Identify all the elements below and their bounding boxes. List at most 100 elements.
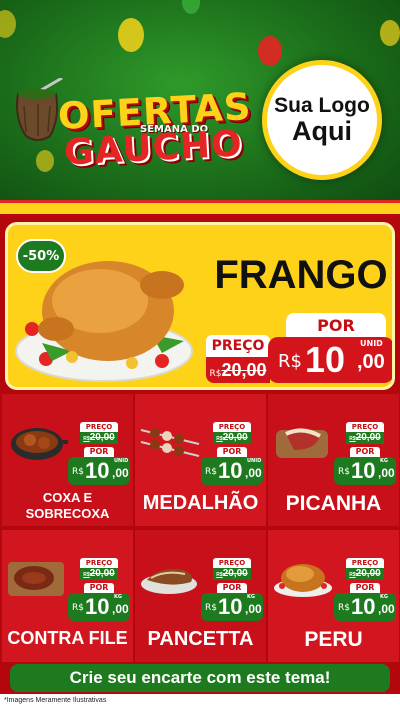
old-price-value: 20,00 xyxy=(221,360,267,380)
balloon-decoration xyxy=(258,36,282,66)
product-name: PANCETTA xyxy=(147,628,254,650)
create-flyer-cta[interactable]: Crie seu encarte com este tema! xyxy=(10,664,390,692)
por-label: POR xyxy=(286,313,386,339)
price-unit: UNID xyxy=(360,339,383,348)
pancetta-image xyxy=(141,569,197,594)
discount-badge: -50% xyxy=(16,239,66,273)
old-price-currency: R$ xyxy=(209,369,222,379)
old-price: R$20,00 xyxy=(206,357,270,383)
por-label: POR xyxy=(217,583,247,593)
header-banner: OFERTAS SEMANA DO GAUCHO Sua Logo Aqui xyxy=(0,0,400,210)
price-currency: R$ xyxy=(72,467,84,477)
old-price-value: 20,00 xyxy=(89,568,115,579)
old-price: R$20,00 xyxy=(80,432,118,444)
price-integer: 10 xyxy=(351,594,376,619)
price-unit: UNID xyxy=(114,458,129,464)
product-price: R$ 10 UNID ,00 xyxy=(201,457,263,485)
coxa-sobrecoxa-image xyxy=(11,428,68,460)
balloon-decoration xyxy=(380,20,400,46)
product-card: PREÇO R$20,00 POR R$ 10 KG ,00 PICANHA xyxy=(268,394,399,526)
price-integer: 10 xyxy=(85,458,110,483)
hero-offer: -50% FRANGO PREÇO R$20,00 POR R$ 10 UNID… xyxy=(5,222,395,390)
old-price: R$20,00 xyxy=(80,568,118,580)
balloon-decoration xyxy=(36,150,54,172)
product-price: R$ 10 KG ,00 xyxy=(334,457,396,485)
price-decimal: ,00 xyxy=(378,466,395,480)
hero-product-name: FRANGO xyxy=(214,253,388,297)
price-decimal: ,00 xyxy=(378,602,395,616)
product-name: COXA E SOBRECOXA xyxy=(25,490,110,521)
picanha-image xyxy=(276,428,328,458)
balloon-decoration xyxy=(0,10,16,38)
product-card: PREÇO R$20,00 POR R$ 10 UNID ,00 MEDALHÃ… xyxy=(135,394,266,526)
product-price: R$ 10 KG ,00 xyxy=(68,593,130,621)
disclaimer-text: *Imagens Meramente Ilustrativas xyxy=(4,697,107,704)
preco-label: PREÇO xyxy=(80,422,118,432)
preco-label: PREÇO xyxy=(206,335,270,357)
balloon-decoration xyxy=(182,0,200,14)
product-card: PREÇO R$20,00 POR R$ 10 UNID ,00 COXA E … xyxy=(2,394,133,526)
chimarrao-cuia-icon xyxy=(16,78,63,141)
old-price-value: 20,00 xyxy=(89,432,115,443)
price-currency: R$ xyxy=(205,603,217,613)
price-unit: KG xyxy=(380,594,388,600)
product-price: R$ 10 UNID ,00 xyxy=(68,457,130,485)
por-label: POR xyxy=(350,447,380,457)
por-label: POR xyxy=(350,583,380,593)
logo-text-line2: Aqui xyxy=(292,115,352,146)
price-unit: UNID xyxy=(247,458,262,464)
old-price-value: 20,00 xyxy=(355,432,381,443)
header-divider xyxy=(0,200,400,214)
price-currency: R$ xyxy=(338,603,350,613)
product-name: MEDALHÃO xyxy=(142,492,259,514)
price-currency: R$ xyxy=(205,467,217,477)
product-name: PERU xyxy=(304,628,363,651)
price-integer: 10 xyxy=(218,458,243,483)
price-decimal: ,00 xyxy=(245,602,262,616)
preco-label: PREÇO xyxy=(213,558,251,568)
price-currency: R$ xyxy=(338,467,350,477)
medalhao-skewers-image xyxy=(140,428,200,457)
preco-label: PREÇO xyxy=(346,558,384,568)
old-price: R$20,00 xyxy=(213,432,251,444)
product-grid: PREÇO R$20,00 POR R$ 10 UNID ,00 COXA E … xyxy=(0,394,400,662)
price-unit: KG xyxy=(247,594,255,600)
balloon-decoration xyxy=(118,18,144,52)
price-unit: KG xyxy=(114,594,122,600)
por-label: POR xyxy=(84,583,114,593)
contra-file-image xyxy=(8,562,64,596)
preco-label: PREÇO xyxy=(346,422,384,432)
price-integer: 10 xyxy=(305,339,346,380)
price-decimal: ,00 xyxy=(112,602,129,616)
product-name: PICANHA xyxy=(285,492,382,515)
price-unit: KG xyxy=(380,458,388,464)
old-price: R$20,00 xyxy=(346,432,384,444)
price-integer: 10 xyxy=(85,594,110,619)
footer: *Imagens Meramente Ilustrativas xyxy=(0,694,400,711)
price-integer: 10 xyxy=(351,458,376,483)
hero-price: R$ 10 UNID ,00 xyxy=(268,337,392,383)
old-price: R$20,00 xyxy=(213,568,251,580)
product-price: R$ 10 KG ,00 xyxy=(334,593,396,621)
por-label: POR xyxy=(84,447,114,457)
old-price-value: 20,00 xyxy=(355,568,381,579)
price-currency: R$ xyxy=(72,603,84,613)
logo-placeholder: Sua Logo Aqui xyxy=(262,60,382,180)
peru-image xyxy=(274,564,332,597)
old-price: R$20,00 xyxy=(346,568,384,580)
old-price-value: 20,00 xyxy=(222,568,248,579)
product-card: PREÇO R$20,00 POR R$ 10 KG ,00 PANCETTA xyxy=(135,530,266,662)
price-decimal: ,00 xyxy=(357,351,385,373)
preco-label: PREÇO xyxy=(80,558,118,568)
price-decimal: ,00 xyxy=(112,466,129,480)
product-price: R$ 10 KG ,00 xyxy=(201,593,263,621)
preco-label: PREÇO xyxy=(213,422,251,432)
old-price-value: 20,00 xyxy=(222,432,248,443)
price-decimal: ,00 xyxy=(245,466,262,480)
product-name: CONTRA FILE xyxy=(7,628,128,648)
price-integer: 10 xyxy=(218,594,243,619)
por-label: POR xyxy=(217,447,247,457)
title-gaucho: GAUCHO xyxy=(63,123,244,174)
logo-text-line1: Sua Logo xyxy=(274,93,370,117)
product-card: PREÇO R$20,00 POR R$ 10 KG ,00 CONTRA FI… xyxy=(2,530,133,662)
